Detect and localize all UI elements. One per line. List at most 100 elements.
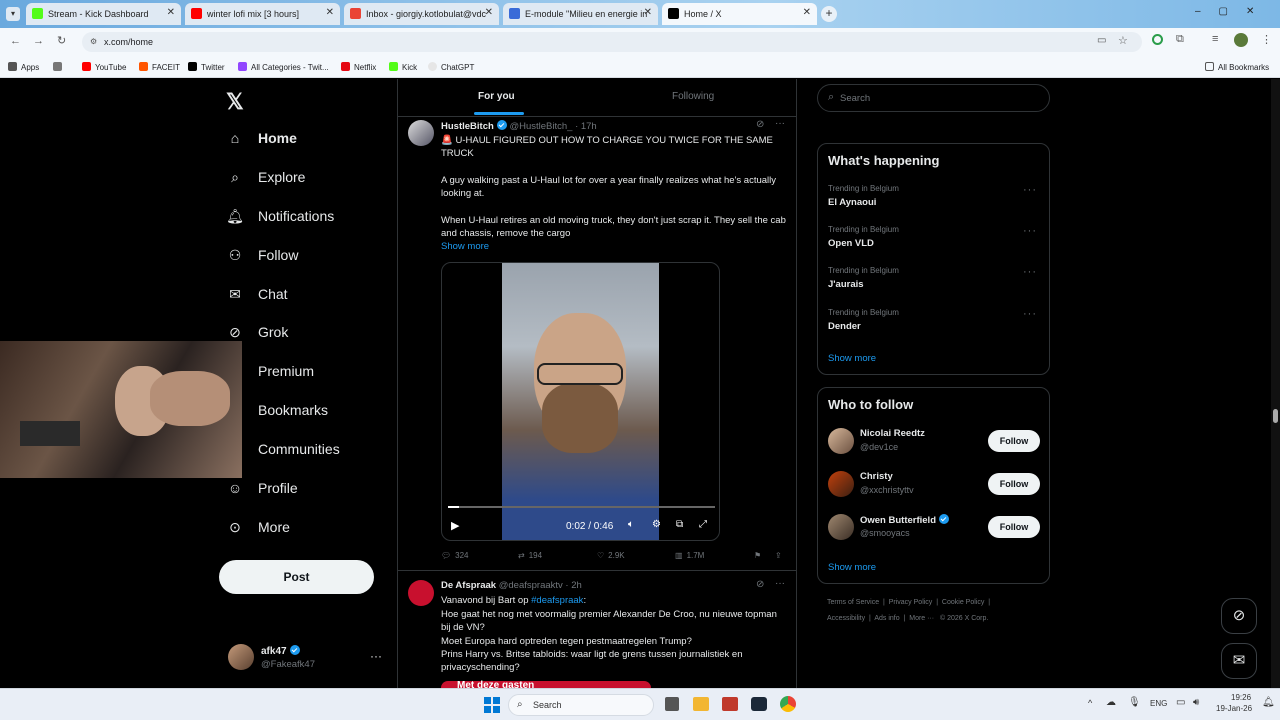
x-logo-icon[interactable]: 𝕏 xyxy=(226,89,244,115)
suggested-user[interactable]: Christy @xxchristyttv Follow xyxy=(828,471,1040,501)
avatar[interactable] xyxy=(408,580,434,606)
user-name[interactable]: Nicolai Reedtz xyxy=(860,428,925,439)
url-input[interactable]: ⚙ x.com/home xyxy=(82,32,1142,52)
scrollbar-thumb[interactable] xyxy=(1273,409,1278,423)
media-banner[interactable]: Met deze gasten xyxy=(441,681,651,688)
bookmark-twitch[interactable]: All Categories - Twit... xyxy=(238,62,329,72)
reload-icon[interactable]: ↻ xyxy=(57,34,66,47)
close-icon[interactable]: ✕ xyxy=(326,7,334,18)
post-button[interactable]: Post xyxy=(219,560,374,594)
window-controls[interactable]: –▢✕ xyxy=(1195,6,1272,17)
privacy-link[interactable]: Privacy Policy xyxy=(889,599,933,606)
more-icon[interactable]: ··· xyxy=(775,578,785,589)
nav-home[interactable]: ⌂ Home xyxy=(226,125,297,151)
nav-notifications[interactable]: 🔔︎ Notifications xyxy=(226,203,334,229)
bookmark-faceit[interactable]: FACEIT xyxy=(139,62,180,72)
more-icon[interactable]: ··· xyxy=(1023,266,1037,278)
more-icon[interactable]: ··· xyxy=(1023,225,1037,237)
tab-search-button[interactable]: ▾ xyxy=(6,7,20,21)
profile-avatar-icon[interactable] xyxy=(1234,33,1248,47)
nav-more[interactable]: ⊙ More xyxy=(226,514,290,540)
avatar[interactable] xyxy=(828,514,854,540)
nav-communities[interactable]: ⚉Communities xyxy=(226,436,340,462)
show-more-link[interactable]: Show more xyxy=(828,562,876,573)
tab-e-module[interactable]: E-module "Milieu en energie in ✕ xyxy=(503,3,658,25)
tweet-time[interactable]: · 17h xyxy=(575,121,597,132)
ads-info-link[interactable]: Ads info xyxy=(874,615,899,622)
microphone-icon[interactable]: 🎙︎ xyxy=(1128,697,1141,708)
author-handle[interactable]: @HustleBitch_ xyxy=(509,121,572,132)
pip-icon[interactable]: ⧉ xyxy=(676,519,683,530)
display-icon[interactable]: ▭ xyxy=(1176,697,1185,708)
close-icon[interactable]: ✕ xyxy=(485,7,493,18)
suggested-user[interactable]: Nicolai Reedtz @dev1ce Follow xyxy=(828,428,1040,458)
chrome-icon[interactable] xyxy=(780,696,796,712)
show-more-link[interactable]: Show more xyxy=(828,353,876,364)
account-more-icon[interactable]: ··· xyxy=(370,649,382,663)
nav-profile[interactable]: ☺ Profile xyxy=(226,475,298,501)
views-button[interactable]: ▥ 1.7M xyxy=(675,551,704,560)
tab-youtube[interactable]: winter lofi mix [3 hours] ✕ xyxy=(185,3,340,25)
avatar[interactable] xyxy=(828,471,854,497)
settings-icon[interactable]: ⚙ xyxy=(652,519,661,530)
windows-start-icon[interactable] xyxy=(484,697,500,713)
messages-float-button[interactable]: ✉ xyxy=(1221,643,1257,679)
terms-link[interactable]: Terms of Service xyxy=(827,599,879,606)
scrollbar[interactable] xyxy=(1271,79,1280,688)
close-icon[interactable]: ✕ xyxy=(167,7,175,18)
nav-chat[interactable]: ✉ Chat xyxy=(226,281,287,307)
trend-item[interactable]: Trending in Belgium Open VLD xyxy=(828,225,899,249)
tab-kick-dashboard[interactable]: Stream - Kick Dashboard ✕ xyxy=(26,3,181,25)
more-icon[interactable]: ··· xyxy=(775,118,785,129)
tab-gmail[interactable]: Inbox - giorgiy.kotlobulat@vdc ✕ xyxy=(344,3,499,25)
author-name[interactable]: De Afspraak xyxy=(441,580,496,591)
steam-icon[interactable] xyxy=(751,697,767,711)
video-player[interactable]: ▶ 0:02 / 0:46 🔈︎ ⚙ ⧉ ⤢ xyxy=(441,262,720,541)
grok-float-button[interactable]: ⊘ xyxy=(1221,598,1257,634)
bookmark-twitter[interactable]: Twitter xyxy=(188,62,225,72)
suggested-user[interactable]: Owen Butterfield @smooyacs Follow xyxy=(828,514,1040,544)
tab-following[interactable]: Following xyxy=(672,91,714,102)
user-name-wrap[interactable]: Owen Butterfield xyxy=(860,514,950,526)
taskbar-search[interactable]: ⌕ Search xyxy=(508,694,654,716)
menu-icon[interactable]: ⋮ xyxy=(1261,33,1272,46)
app-icon[interactable] xyxy=(722,697,738,711)
file-explorer-icon[interactable] xyxy=(693,697,709,711)
show-more-link[interactable]: Show more xyxy=(441,241,489,252)
notification-bell-icon[interactable]: 🔔︎ xyxy=(1262,697,1275,708)
clock-date[interactable]: 19-Jan-26 xyxy=(1216,704,1252,713)
tab-home-x[interactable]: Home / X ✕ xyxy=(662,3,817,25)
search-input[interactable]: ⌕ Search xyxy=(817,84,1050,112)
media-icon[interactable]: ≡ xyxy=(1212,33,1218,45)
volume-icon[interactable]: 🔊︎ xyxy=(1193,697,1199,708)
tab-for-you[interactable]: For you xyxy=(478,91,515,102)
repost-button[interactable]: ⇄ 194 xyxy=(518,551,542,560)
author-handle[interactable]: @deafspraaktv xyxy=(499,580,563,591)
bookmark-chatgpt[interactable]: ChatGPT xyxy=(428,62,474,72)
bookmark-youtube[interactable]: YouTube xyxy=(82,62,126,72)
install-icon[interactable]: ▭ xyxy=(1097,35,1106,46)
all-bookmarks[interactable]: All Bookmarks xyxy=(1205,62,1269,72)
bookmark-icon[interactable]: ⚑ xyxy=(754,551,761,560)
bookmark-netflix[interactable]: Netflix xyxy=(341,62,376,72)
close-icon[interactable]: ✕ xyxy=(803,7,811,18)
more-icon[interactable]: ··· xyxy=(1023,184,1037,196)
clock-time[interactable]: 19:26 xyxy=(1231,693,1251,702)
close-icon[interactable]: ✕ xyxy=(644,7,652,18)
grok-icon[interactable]: ⊘ xyxy=(756,119,764,130)
avatar[interactable] xyxy=(228,644,254,670)
hashtag-link[interactable]: #deafspraak xyxy=(531,595,583,606)
video-progress-track[interactable] xyxy=(448,506,715,508)
language-indicator[interactable]: ENG xyxy=(1150,699,1167,708)
tweet-time[interactable]: · 2h xyxy=(565,580,581,591)
follow-button[interactable]: Follow xyxy=(988,473,1040,495)
chevron-up-icon[interactable]: ^ xyxy=(1088,698,1092,708)
extension-icon[interactable] xyxy=(1152,34,1163,45)
task-view-icon[interactable] xyxy=(665,697,679,711)
follow-button[interactable]: Follow xyxy=(988,430,1040,452)
network-icon[interactable]: ☁ xyxy=(1106,697,1116,708)
nav-follow[interactable]: ⚇ Follow xyxy=(226,242,299,268)
avatar[interactable] xyxy=(828,428,854,454)
user-name[interactable]: Christy xyxy=(860,471,893,482)
author-name[interactable]: HustleBitch xyxy=(441,121,494,132)
